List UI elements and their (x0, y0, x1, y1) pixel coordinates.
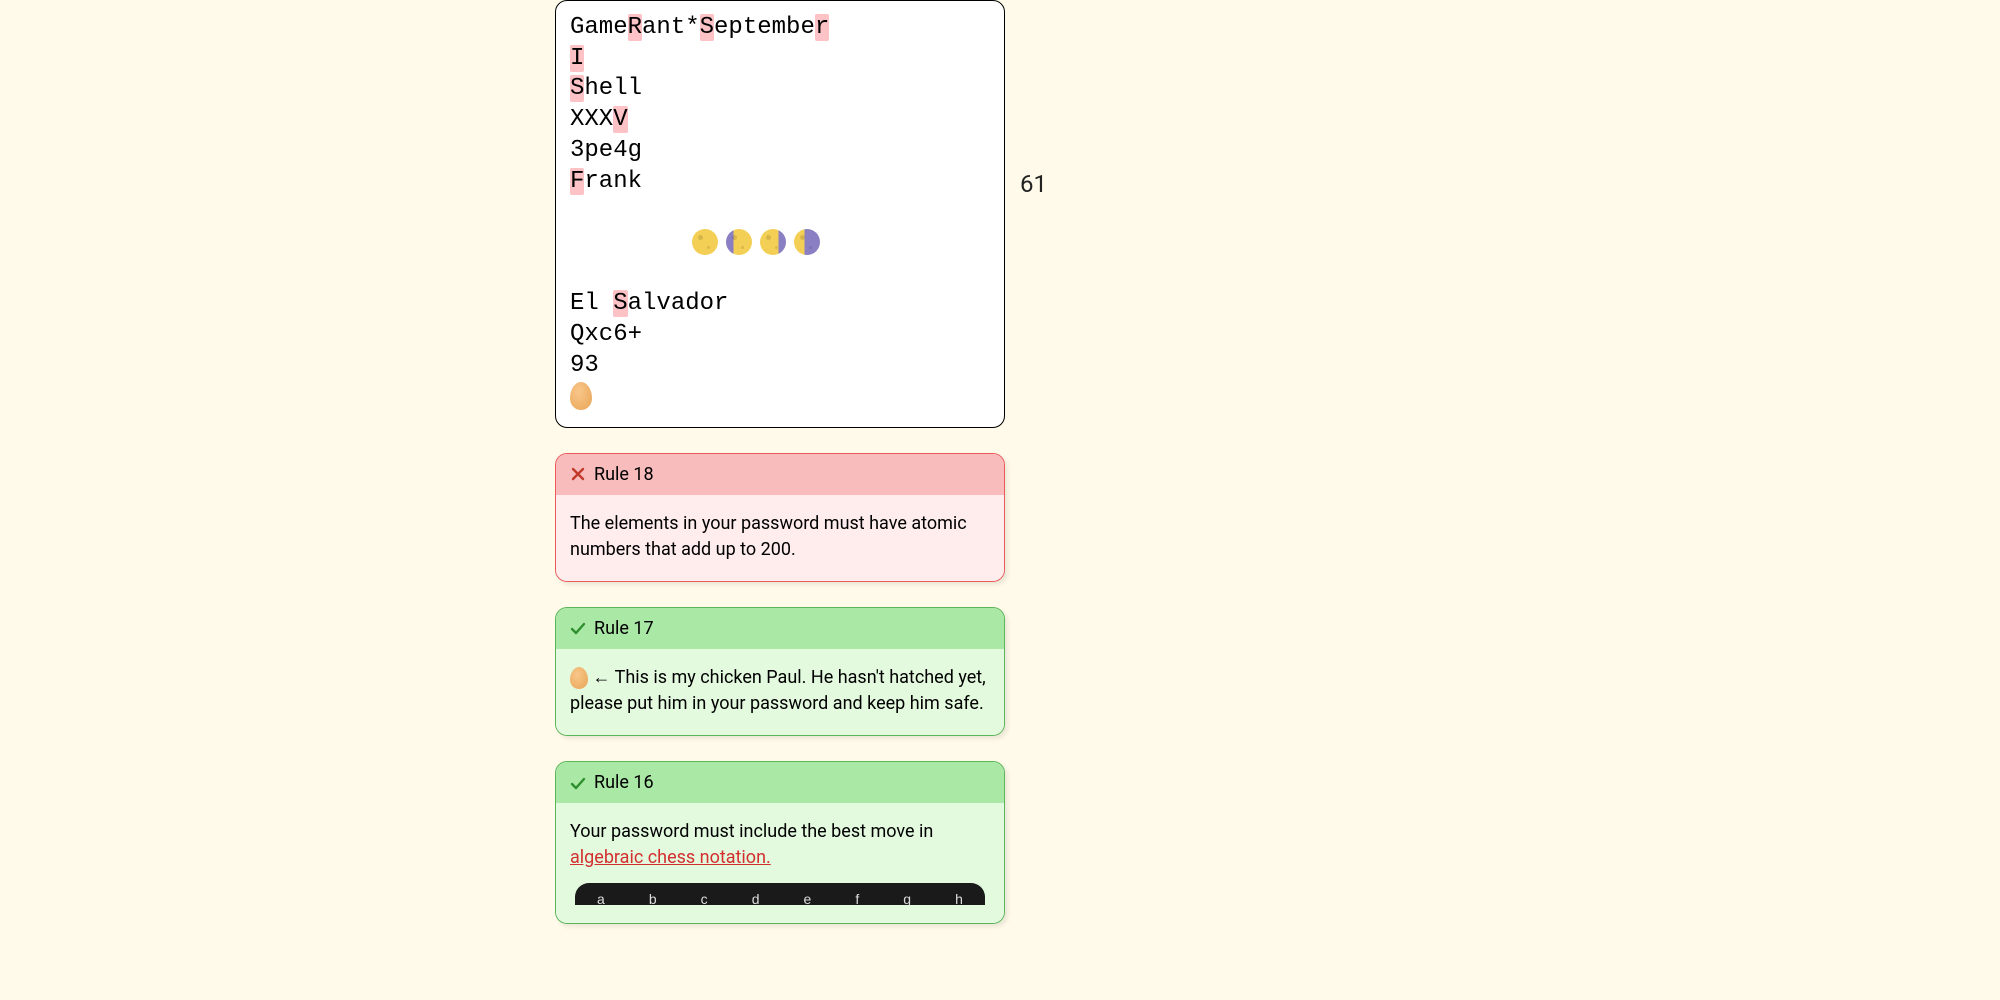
password-line: GameRant*September (570, 13, 990, 44)
chess-notation-link[interactable]: algebraic chess notation. (570, 847, 771, 868)
password-line: 3pe4g (570, 136, 990, 167)
rule-card-17: Rule 17 ← This is my chicken Paul. He ha… (555, 607, 1005, 736)
password-input[interactable]: GameRant*September I Shell XXXV 3pe4g Fr… (555, 0, 1005, 428)
rule-card-18: Rule 18 The elements in your password mu… (555, 453, 1005, 582)
password-line: XXXV (570, 105, 990, 136)
password-line: El Salvador (570, 289, 990, 320)
check-icon (570, 620, 586, 636)
egg-icon (570, 382, 592, 410)
moon-icon (726, 229, 752, 255)
password-line: I (570, 44, 990, 75)
rule-description: Your password must include the best move… (556, 803, 1004, 923)
moon-icon (794, 229, 820, 255)
egg-icon (570, 667, 588, 689)
rule-header: Rule 18 (556, 454, 1004, 495)
rule-card-16: Rule 16 Your password must include the b… (555, 761, 1005, 924)
rule-description: ← This is my chicken Paul. He hasn't hat… (556, 649, 1004, 735)
password-line-egg (570, 382, 990, 413)
rule-number: Rule 18 (594, 464, 654, 485)
main-column: GameRant*September I Shell XXXV 3pe4g Fr… (555, 0, 1005, 924)
check-icon (570, 775, 586, 791)
x-icon (570, 466, 586, 482)
rule-header: Rule 16 (556, 762, 1004, 803)
rule-description: The elements in your password must have … (556, 495, 1004, 581)
password-line: Qxc6+ (570, 320, 990, 351)
password-line: Frank (570, 167, 990, 198)
chessboard-file-labels: abcdefgh (575, 883, 985, 905)
rule-number: Rule 17 (594, 618, 654, 639)
character-count: 61 (1020, 170, 1047, 198)
moon-icon (760, 229, 786, 255)
rule-header: Rule 17 (556, 608, 1004, 649)
rule-number: Rule 16 (594, 772, 654, 793)
password-line-moons (570, 197, 990, 289)
moon-icon (692, 229, 718, 255)
password-line: Shell (570, 74, 990, 105)
password-line: 93 (570, 351, 990, 382)
